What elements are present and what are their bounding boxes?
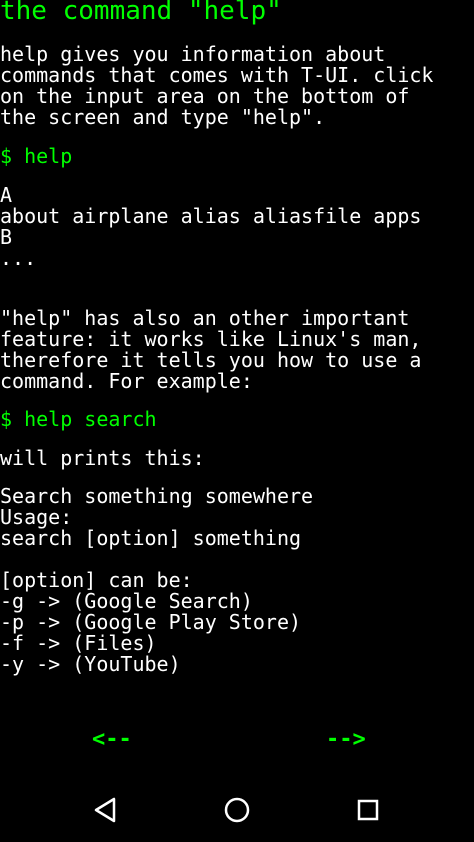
triangle-back-icon (94, 797, 116, 823)
square-recents-icon (357, 799, 379, 821)
command-help-example: $ help (0, 144, 73, 168)
intro-text: help gives you information about command… (0, 42, 434, 129)
recents-button[interactable] (352, 794, 384, 826)
system-navigation-bar (0, 778, 474, 842)
command-help-search-example: $ help search (0, 407, 157, 431)
search-usage-output: Search something somewhere Usage: search… (0, 484, 314, 550)
page-title: the command "help" (0, 0, 282, 26)
help-output-example: A about airplane alias aliasfile apps B … (0, 183, 422, 270)
next-page-button[interactable]: --> (326, 726, 366, 754)
page-navigation: <-- --> (0, 726, 474, 754)
will-print-text: will prints this: (0, 446, 205, 470)
previous-page-button[interactable]: <-- (92, 726, 132, 754)
home-button[interactable] (221, 794, 253, 826)
explanation-text: "help" has also an other important featu… (0, 306, 422, 393)
circle-home-icon (224, 797, 250, 823)
search-options-output: [option] can be: -g -> (Google Search) -… (0, 568, 302, 676)
back-button[interactable] (89, 794, 121, 826)
